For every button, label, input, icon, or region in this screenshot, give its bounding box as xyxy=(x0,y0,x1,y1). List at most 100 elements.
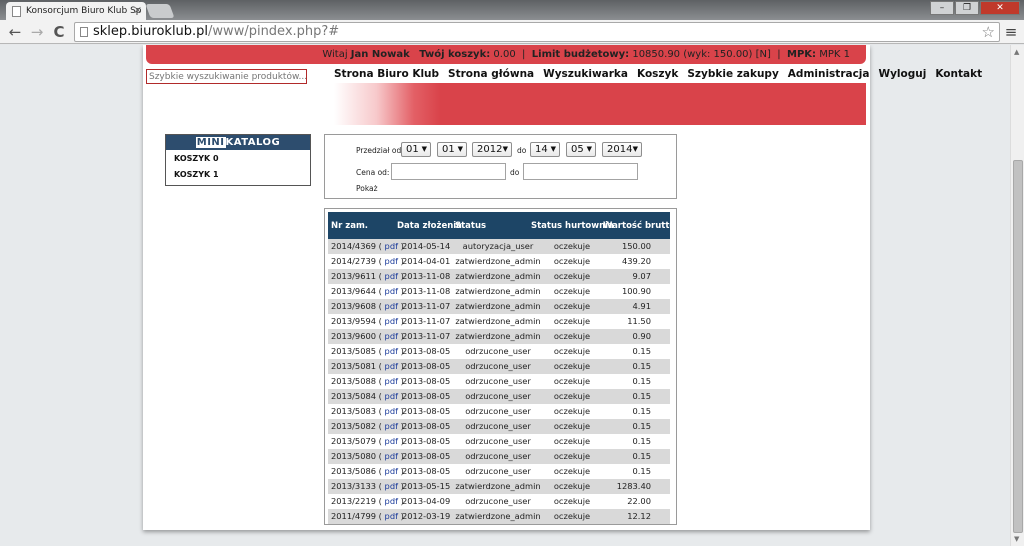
forward-arrow-icon[interactable]: → xyxy=(28,23,46,41)
order-date-cell: 2013-11-07 xyxy=(402,301,451,311)
pdf-link[interactable]: pdf xyxy=(385,241,398,251)
page-icon xyxy=(12,6,21,17)
table-row: 2013/5083 ( pdf ) 2013-08-05 odrzucone_use… xyxy=(328,404,670,419)
pdf-link[interactable]: pdf xyxy=(385,376,398,386)
pdf-link[interactable]: pdf xyxy=(385,361,398,371)
scroll-down-icon[interactable]: ▼ xyxy=(1014,535,1019,543)
pdf-link[interactable]: pdf xyxy=(385,406,398,416)
order-number-cell: 2013/5079 ( pdf ) xyxy=(331,436,404,446)
nav-wyszukiwarka[interactable]: Wyszukiwarka xyxy=(543,68,628,80)
url-path: /www/pindex.php?# xyxy=(208,24,340,39)
window-controls: – ❐ ✕ xyxy=(930,1,1020,15)
cart-label: Twój koszyk: xyxy=(419,49,491,60)
browser-tab[interactable]: Konsorcjum Biuro Klub Sp × xyxy=(6,2,146,20)
from-year-select[interactable]: 2012 ▼ xyxy=(472,142,512,157)
table-row: 2013/5082 ( pdf ) 2013-08-05 odrzucone_use… xyxy=(328,419,670,434)
from-month-select[interactable]: 01 ▼ xyxy=(437,142,467,157)
user-info-bar: Witaj Jan Nowak Twój koszyk: 0.00 | Limi… xyxy=(146,45,866,64)
price-to-input[interactable] xyxy=(523,163,638,180)
order-date-cell: 2013-11-08 xyxy=(402,286,451,296)
pdf-link[interactable]: pdf xyxy=(385,496,398,506)
orders-table: Nr zam. Data złożenia Status Status hurt… xyxy=(324,208,677,525)
order-date-cell: 2013-08-05 xyxy=(402,346,451,356)
order-value-cell: 12.12 xyxy=(627,511,651,521)
order-value-cell: 0.15 xyxy=(632,436,651,446)
pdf-link[interactable]: pdf xyxy=(385,481,398,491)
quick-search-input[interactable] xyxy=(146,69,307,84)
maximize-icon[interactable]: ❐ xyxy=(955,1,979,15)
pdf-link[interactable]: pdf xyxy=(385,436,398,446)
scrollbar-thumb[interactable] xyxy=(1013,160,1023,533)
scroll-up-icon[interactable]: ▲ xyxy=(1014,48,1019,56)
order-value-cell: 9.07 xyxy=(632,271,651,281)
table-row: 2013/5085 ( pdf ) 2013-08-05 odrzucone_use… xyxy=(328,344,670,359)
order-value-cell: 0.15 xyxy=(632,406,651,416)
order-number-cell: 2013/9594 ( pdf ) xyxy=(331,316,404,326)
page-icon xyxy=(80,27,88,37)
pdf-link[interactable]: pdf xyxy=(385,256,398,266)
nav-kontakt[interactable]: Kontakt xyxy=(935,68,982,80)
order-date-cell: 2014-05-14 xyxy=(402,241,451,251)
order-number-cell: 2013/3133 ( pdf ) xyxy=(331,481,404,491)
chevron-down-icon: ▼ xyxy=(550,145,556,153)
pdf-link[interactable]: pdf xyxy=(385,511,398,521)
main-navigation: Strona Biuro Klub Strona główna Wyszukiw… xyxy=(334,68,982,80)
order-value-cell: 0.15 xyxy=(632,376,651,386)
to-day-select[interactable]: 14 ▼ xyxy=(530,142,560,157)
to-year-select[interactable]: 2014 ▼ xyxy=(602,142,642,157)
pdf-link[interactable]: pdf xyxy=(385,331,398,341)
from-day-select[interactable]: 01 ▼ xyxy=(401,142,431,157)
cart-value: 0.00 xyxy=(493,49,516,60)
order-value-cell: 439.20 xyxy=(621,256,651,266)
order-value-cell: 11.50 xyxy=(627,316,651,326)
header-banner xyxy=(334,83,866,125)
nav-koszyk[interactable]: Koszyk xyxy=(637,68,678,80)
table-row: 2013/9600 ( pdf ) 2013-11-07 zatwierdzone_… xyxy=(328,329,670,344)
back-arrow-icon[interactable]: ← xyxy=(6,23,24,41)
close-tab-icon[interactable]: × xyxy=(134,5,142,16)
table-row: 2013/9611 ( pdf ) 2013-11-08 zatwierdzone_… xyxy=(328,269,670,284)
browser-menu-icon[interactable]: ≡ xyxy=(1002,23,1020,41)
table-body: 2014/4369 ( pdf ) 2014-05-14 autoryzacja_u… xyxy=(328,239,670,524)
order-date-cell: 2013-08-05 xyxy=(402,421,451,431)
order-number-cell: 2011/4799 ( pdf ) xyxy=(331,511,404,521)
mini-katalog: MINIKATALOG KOSZYK 0 KOSZYK 1 xyxy=(165,134,311,186)
to-month-select[interactable]: 05 ▼ xyxy=(566,142,596,157)
pdf-link[interactable]: pdf xyxy=(385,391,398,401)
address-bar[interactable]: sklep.biuroklub.pl/www/pindex.php?# ☆ xyxy=(74,22,1000,42)
bookmark-star-icon[interactable]: ☆ xyxy=(982,23,995,41)
order-date-cell: 2013-08-05 xyxy=(402,361,451,371)
nav-strona-biuro-klub[interactable]: Strona Biuro Klub xyxy=(334,68,439,80)
katalog-item-koszyk-1[interactable]: KOSZYK 1 xyxy=(166,167,310,182)
minimize-icon[interactable]: – xyxy=(930,1,954,15)
pdf-link[interactable]: pdf xyxy=(385,286,398,296)
chevron-down-icon: ▼ xyxy=(502,145,508,153)
new-tab-button[interactable] xyxy=(145,4,175,18)
order-value-cell: 100.90 xyxy=(621,286,651,296)
chevron-down-icon: ▼ xyxy=(457,145,463,153)
order-date-cell: 2013-08-05 xyxy=(402,391,451,401)
pdf-link[interactable]: pdf xyxy=(385,466,398,476)
order-number-cell: 2013/9608 ( pdf ) xyxy=(331,301,404,311)
nav-administracja[interactable]: Administracja xyxy=(788,68,870,80)
show-button[interactable]: Pokaż xyxy=(356,184,378,193)
nav-wyloguj[interactable]: Wyloguj xyxy=(879,68,927,80)
nav-szybkie-zakupy[interactable]: Szybkie zakupy xyxy=(687,68,778,80)
order-number-cell: 2013/5083 ( pdf ) xyxy=(331,406,404,416)
pdf-link[interactable]: pdf xyxy=(385,301,398,311)
katalog-item-koszyk-0[interactable]: KOSZYK 0 xyxy=(166,150,310,167)
vertical-scrollbar[interactable]: ▲ ▼ xyxy=(1010,45,1024,546)
pdf-link[interactable]: pdf xyxy=(385,451,398,461)
reload-icon[interactable]: C xyxy=(50,23,68,41)
pdf-link[interactable]: pdf xyxy=(385,316,398,326)
price-from-input[interactable] xyxy=(391,163,506,180)
browser-tab-strip: Konsorcjum Biuro Klub Sp × – ❐ ✕ xyxy=(0,0,1024,20)
pdf-link[interactable]: pdf xyxy=(385,346,398,356)
user-name: Jan Nowak xyxy=(350,49,410,60)
table-row: 2013/9608 ( pdf ) 2013-11-07 zatwierdzone_… xyxy=(328,299,670,314)
url-host: sklep.biuroklub.pl xyxy=(93,24,209,39)
pdf-link[interactable]: pdf xyxy=(385,421,398,431)
pdf-link[interactable]: pdf xyxy=(385,271,398,281)
nav-strona-glowna[interactable]: Strona główna xyxy=(448,68,534,80)
window-close-icon[interactable]: ✕ xyxy=(980,1,1020,15)
